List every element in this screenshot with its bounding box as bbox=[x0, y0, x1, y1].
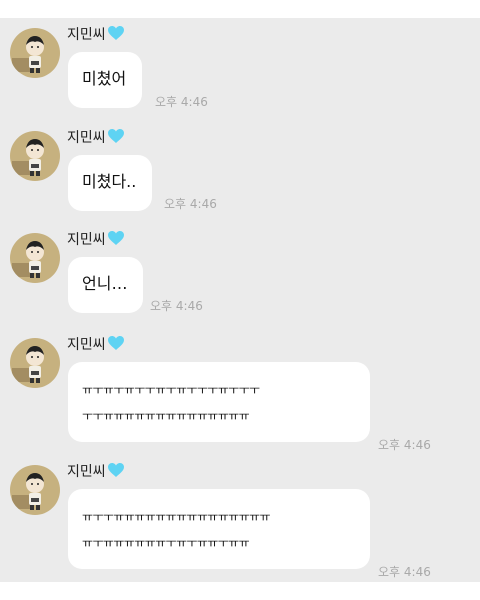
heart-icon bbox=[107, 463, 124, 477]
message-bubble[interactable]: ㅠㅜㅠㅜㅠㅜㅜㅠㅜㅠㅜㅜㅜㅠㅜㅜㅜ ㅜㅜㅠㅠㅠㅠㅠㅠㅠㅠㅠㅠㅠㅠㅠㅠ bbox=[68, 362, 370, 442]
heart-icon bbox=[107, 26, 124, 40]
avatar-icon[interactable] bbox=[10, 233, 60, 283]
timestamp: 오후 4:46 bbox=[164, 197, 217, 211]
message-line: ㅜㅜㅠㅠㅠㅠㅠㅠㅠㅠㅠㅠㅠㅠㅠㅠ bbox=[82, 409, 250, 423]
avatar-icon[interactable] bbox=[10, 338, 60, 388]
timestamp: 오후 4:46 bbox=[150, 299, 203, 313]
chat-area[interactable]: 지민씨 미쳤어 오후 4:46 지민씨 미쳤다.. 오후 4:46 지민씨 언니… bbox=[0, 18, 480, 582]
heart-icon bbox=[107, 336, 124, 350]
message-bubble[interactable]: ㅠㅜㅜㅠㅠㅠㅠㅠㅠㅠㅠㅠㅠㅠㅠㅠㅠㅠ ㅠㅜㅠㅠㅠㅠㅠㅠㅜㅠㅜㅠㅠㅜㅠㅠ bbox=[68, 489, 370, 569]
sender-name: 지민씨 bbox=[67, 25, 125, 45]
sender-name: 지민씨 bbox=[67, 335, 125, 355]
message-bubble[interactable]: 미쳤다.. bbox=[68, 155, 153, 211]
timestamp: 오후 4:46 bbox=[155, 95, 208, 109]
sender-name: 지민씨 bbox=[67, 230, 125, 250]
avatar-icon[interactable] bbox=[10, 28, 60, 78]
timestamp: 오후 4:46 bbox=[378, 565, 431, 579]
message-line: ㅠㅜㅠㅜㅠㅜㅜㅠㅜㅠㅜㅜㅜㅠㅜㅜㅜ bbox=[82, 383, 260, 397]
message-bubble[interactable]: 미쳤어 bbox=[68, 52, 143, 108]
sender-name: 지민씨 bbox=[67, 128, 125, 148]
message-bubble[interactable]: 언니… bbox=[68, 257, 144, 313]
message-line: ㅠㅜㅜㅠㅠㅠㅠㅠㅠㅠㅠㅠㅠㅠㅠㅠㅠㅠ bbox=[82, 510, 271, 524]
bottom-bar bbox=[0, 582, 480, 600]
timestamp: 오후 4:46 bbox=[378, 438, 431, 452]
heart-icon bbox=[107, 129, 124, 143]
avatar-icon[interactable] bbox=[10, 465, 60, 515]
message-line: ㅠㅜㅠㅠㅠㅠㅠㅠㅜㅠㅜㅠㅠㅜㅠㅠ bbox=[82, 536, 250, 550]
avatar-icon[interactable] bbox=[10, 131, 60, 181]
heart-icon bbox=[107, 231, 124, 245]
sender-name: 지민씨 bbox=[67, 462, 125, 482]
top-bar bbox=[0, 0, 480, 18]
